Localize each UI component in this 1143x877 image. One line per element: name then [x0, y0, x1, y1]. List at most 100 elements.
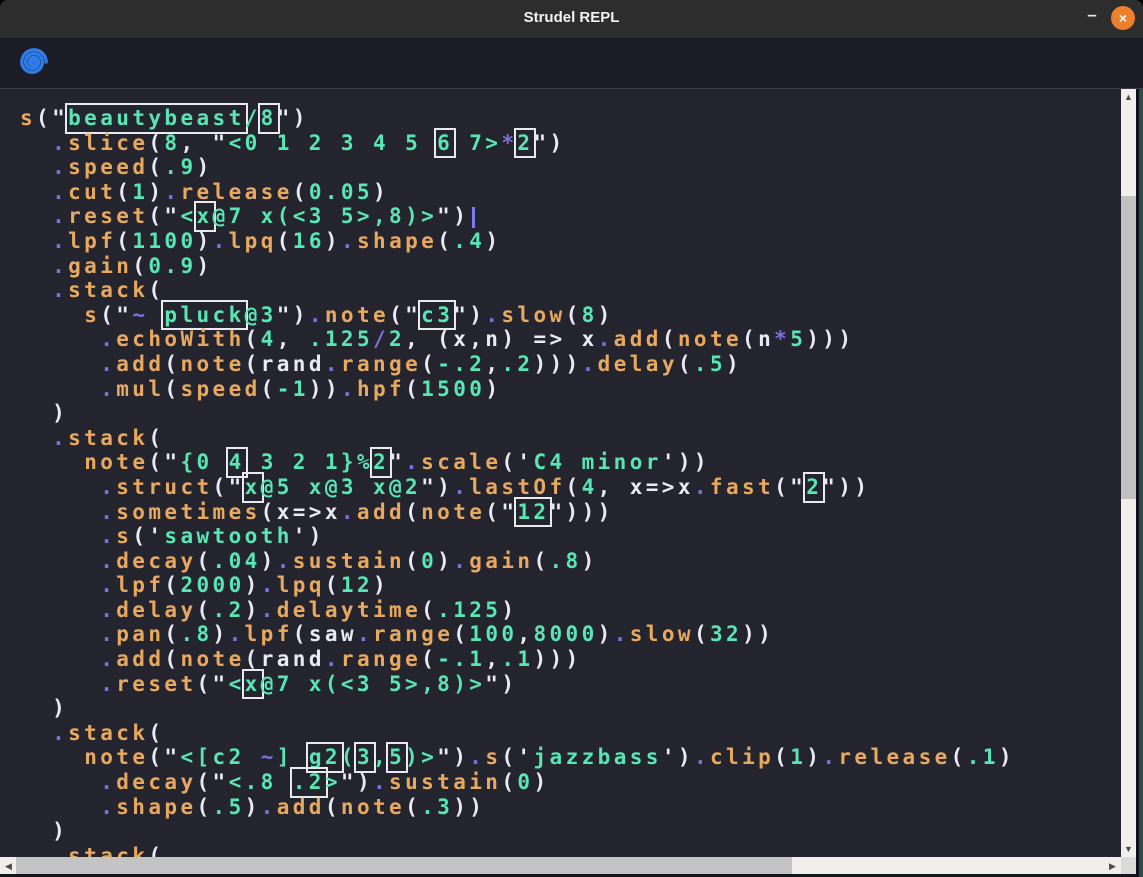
horizontal-scroll-thumb[interactable] [16, 857, 792, 874]
close-button[interactable]: × [1111, 6, 1135, 30]
code-line[interactable]: .decay("<.8 .2>").sustain(0) [20, 770, 1121, 795]
code-line[interactable]: .shape(.5).add(note(.3)) [20, 795, 1121, 820]
code-line[interactable]: .stack( [20, 278, 1121, 303]
code-token: . [261, 573, 277, 598]
code-line[interactable]: ) [20, 696, 1121, 721]
code-token: 5 [790, 327, 806, 352]
code-token: 8 [164, 131, 180, 156]
active-pattern-token: 5 [389, 745, 405, 770]
scroll-left-icon[interactable]: ◀ [1, 858, 16, 874]
code-token: ) [598, 622, 614, 647]
code-token: ') [662, 745, 694, 770]
code-line[interactable]: .lpf(2000).lpq(12) [20, 573, 1121, 598]
code-token [20, 254, 52, 279]
code-line[interactable]: .slice(8, "<0 1 2 3 4 5 6 7>*2") [20, 131, 1121, 156]
code-viewport[interactable]: s("beautybeast/8") .slice(8, "<0 1 2 3 4… [0, 90, 1121, 857]
code-token: (" [100, 303, 132, 328]
code-token [20, 131, 52, 156]
code-line[interactable]: .speed(.9) [20, 155, 1121, 180]
strudel-spiral-logo-icon[interactable] [19, 47, 49, 82]
code-token: ) [582, 549, 598, 574]
scroll-down-icon[interactable]: ▼ [1121, 842, 1136, 856]
code-token: . [52, 278, 68, 303]
code-token: sustain [389, 770, 501, 795]
code-token: . [261, 795, 277, 820]
code-token: . [229, 622, 245, 647]
code-line[interactable]: .reset("<x@7 x(<3 5>,8)>") [20, 672, 1121, 697]
code-token: .2 [501, 352, 533, 377]
code-line[interactable]: .decay(.04).sustain(0).gain(.8) [20, 549, 1121, 574]
code-line[interactable]: .struct("x@5 x@3 x@2").lastOf(4, x=>x.fa… [20, 475, 1121, 500]
code-token: pan [116, 622, 164, 647]
code-token: ( [533, 549, 549, 574]
code-line[interactable]: .cut(1).release(0.05) [20, 180, 1121, 205]
code-token: / [373, 327, 389, 352]
code-token [20, 795, 100, 820]
code-token: sustain [293, 549, 405, 574]
code-line[interactable]: note("{0 4 3 2 1}%2".scale('C4 minor')) [20, 450, 1121, 475]
code-token: @7 x(<3 5>,8)> [213, 204, 438, 229]
code-line[interactable]: note("<[c2 ~] g2(3,5)>").s('jazzbass').c… [20, 745, 1121, 770]
code-token: / [245, 106, 261, 131]
code-line[interactable]: .add(note(rand.range(-.1,.1))) [20, 647, 1121, 672]
code-line[interactable]: s("beautybeast/8") [20, 106, 1121, 131]
code-token: note [84, 745, 148, 770]
code-line[interactable]: .stack( [20, 844, 1121, 857]
code-token: (" [196, 672, 228, 697]
vertical-scroll-thumb[interactable] [1121, 196, 1136, 499]
code-token: ( [245, 647, 261, 672]
code-token: note [678, 327, 742, 352]
code-token: ') [293, 524, 325, 549]
code-token: .125 [437, 598, 501, 623]
code-line[interactable]: .sometimes(x=>x.add(note("12"))) [20, 500, 1121, 525]
code-token: slow [501, 303, 565, 328]
code-line[interactable]: .lpf(1100).lpq(16).shape(.4) [20, 229, 1121, 254]
code-line[interactable]: ) [20, 401, 1121, 426]
code-line[interactable]: .mul(speed(-1)).hpf(1500) [20, 377, 1121, 402]
code-token [20, 573, 100, 598]
code-token [20, 475, 100, 500]
code-token: (" [148, 745, 180, 770]
code-token: delay [116, 598, 196, 623]
code-line[interactable]: .reset("<x@7 x(<3 5>,8)>") [20, 204, 1121, 229]
scroll-up-icon[interactable]: ▲ [1121, 90, 1136, 104]
code-token [20, 745, 84, 770]
code-token: . [100, 549, 116, 574]
horizontal-scrollbar[interactable]: ◀ ▶ [0, 857, 1121, 874]
minimize-button[interactable]: – [1083, 5, 1101, 29]
code-line[interactable]: .delay(.2).delaytime(.125) [20, 598, 1121, 623]
code-line[interactable]: .stack( [20, 426, 1121, 451]
code-token: lpf [245, 622, 293, 647]
code-token: shape [357, 229, 437, 254]
code-token: . [100, 622, 116, 647]
code-token: . [52, 426, 68, 451]
code-token: release [180, 180, 292, 205]
code-token: ) [261, 549, 277, 574]
code-token: 0 [517, 770, 533, 795]
code-line[interactable]: ) [20, 819, 1121, 844]
code-token: ") [437, 745, 469, 770]
code-token: . [100, 795, 116, 820]
code-token: , [485, 352, 501, 377]
code-line[interactable]: .gain(0.9) [20, 254, 1121, 279]
active-pattern-token: 2 [806, 475, 822, 500]
code-line[interactable]: .stack( [20, 721, 1121, 746]
code-token: ( [148, 844, 164, 857]
code-line[interactable]: s("~ pluck@3").note("c3").slow(8) [20, 303, 1121, 328]
code-line[interactable]: .pan(.8).lpf(saw.range(100,8000).slow(32… [20, 622, 1121, 647]
code-token: , " [180, 131, 228, 156]
code-token: ~ [132, 303, 148, 328]
code-line[interactable]: .add(note(rand.range(-.2,.2))).delay(.5) [20, 352, 1121, 377]
code-editor[interactable]: s("beautybeast/8") .slice(8, "<0 1 2 3 4… [0, 88, 1143, 877]
code-line[interactable]: .s('sawtooth') [20, 524, 1121, 549]
code-token [20, 524, 100, 549]
vertical-scrollbar[interactable]: ▲ ▼ [1121, 89, 1136, 857]
code-token: lpf [116, 573, 164, 598]
code-line[interactable]: .echoWith(4, .125/2, (x,n) => x.add(note… [20, 327, 1121, 352]
code-token: lastOf [469, 475, 565, 500]
active-pattern-token: 3 [357, 745, 373, 770]
titlebar[interactable]: Strudel REPL – × [0, 0, 1143, 38]
scroll-right-icon[interactable]: ▶ [1105, 858, 1120, 874]
strudel-repl-window: Strudel REPL – × s("beautybeast/8") .sli… [0, 0, 1143, 877]
code-token: (" [196, 770, 228, 795]
